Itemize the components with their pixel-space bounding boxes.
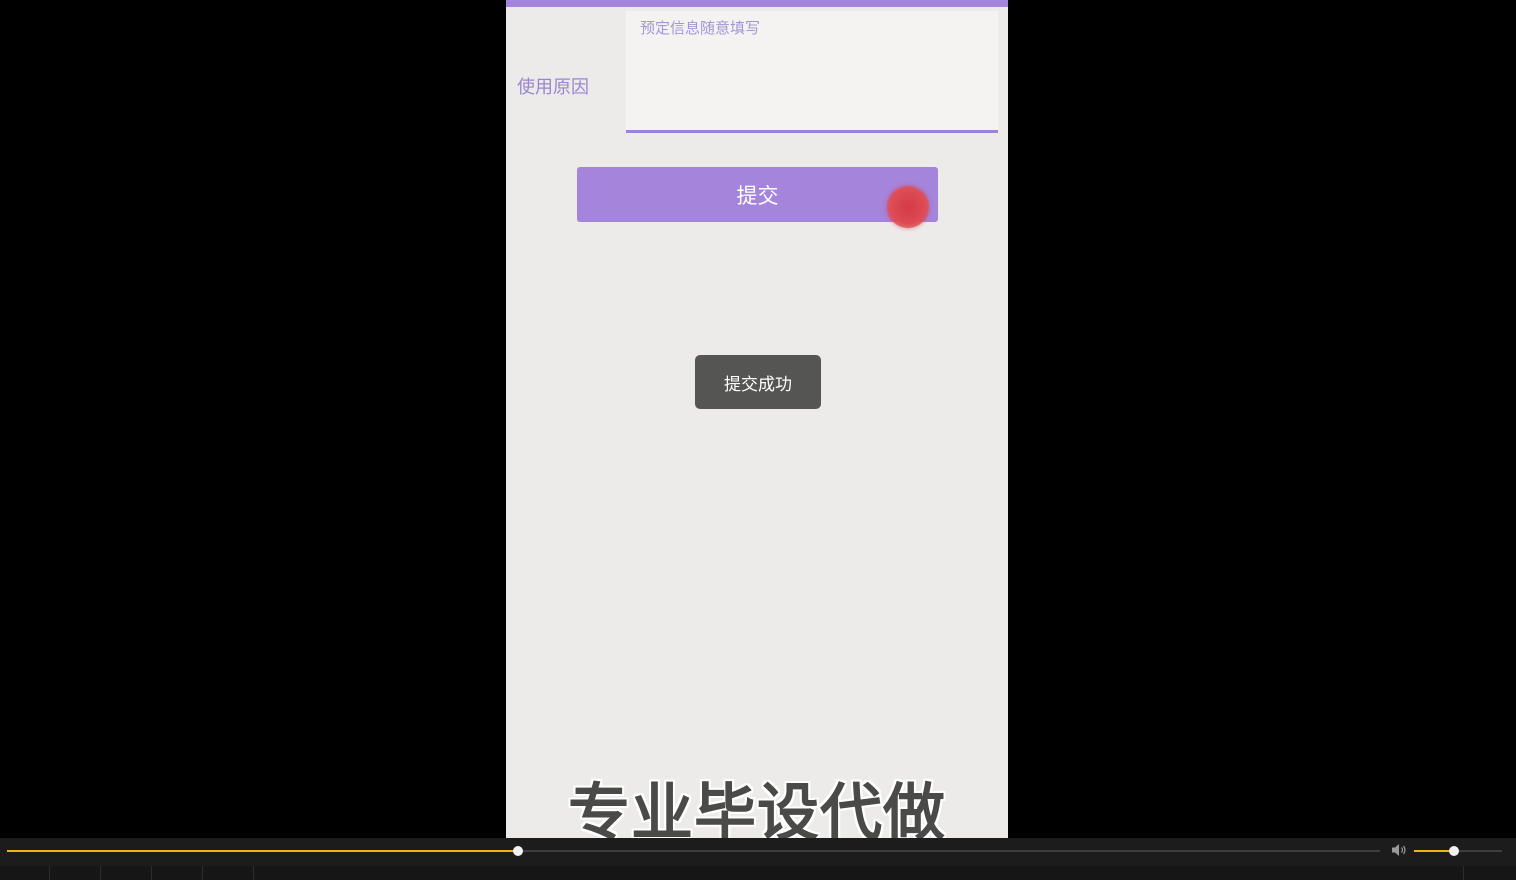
strip-segment <box>101 866 152 880</box>
video-frame: 使用原因 预定信息随意填写 提交 提交成功 专业毕设代做 <box>0 0 1516 838</box>
phone-screen: 使用原因 预定信息随意填写 提交 提交成功 专业毕设代做 <box>506 0 1008 838</box>
reason-label: 使用原因 <box>517 77 589 98</box>
strip-segment <box>203 866 254 880</box>
volume-slider[interactable] <box>1414 846 1502 856</box>
progress-handle[interactable] <box>512 846 523 856</box>
submit-button[interactable]: 提交 <box>577 167 938 222</box>
volume-fill <box>1414 850 1454 852</box>
progress-fill <box>7 850 518 852</box>
speaker-icon[interactable] <box>1391 843 1409 859</box>
progress-bar[interactable] <box>7 846 1380 856</box>
watermark-text: 专业毕设代做 <box>568 776 947 838</box>
volume-handle[interactable] <box>1448 846 1459 856</box>
strip-segment <box>152 866 203 880</box>
player-controls <box>0 838 1516 866</box>
strip-segment <box>254 866 1464 880</box>
success-toast: 提交成功 <box>695 355 821 409</box>
strip-segment <box>50 866 101 880</box>
bottom-strip <box>0 866 1516 880</box>
strip-segment <box>0 866 50 880</box>
top-bar <box>506 0 1008 7</box>
reason-placeholder: 预定信息随意填写 <box>640 19 761 37</box>
reason-textarea[interactable]: 预定信息随意填写 <box>626 11 998 133</box>
reason-form-row: 使用原因 预定信息随意填写 <box>506 7 1008 152</box>
click-indicator <box>887 186 929 228</box>
